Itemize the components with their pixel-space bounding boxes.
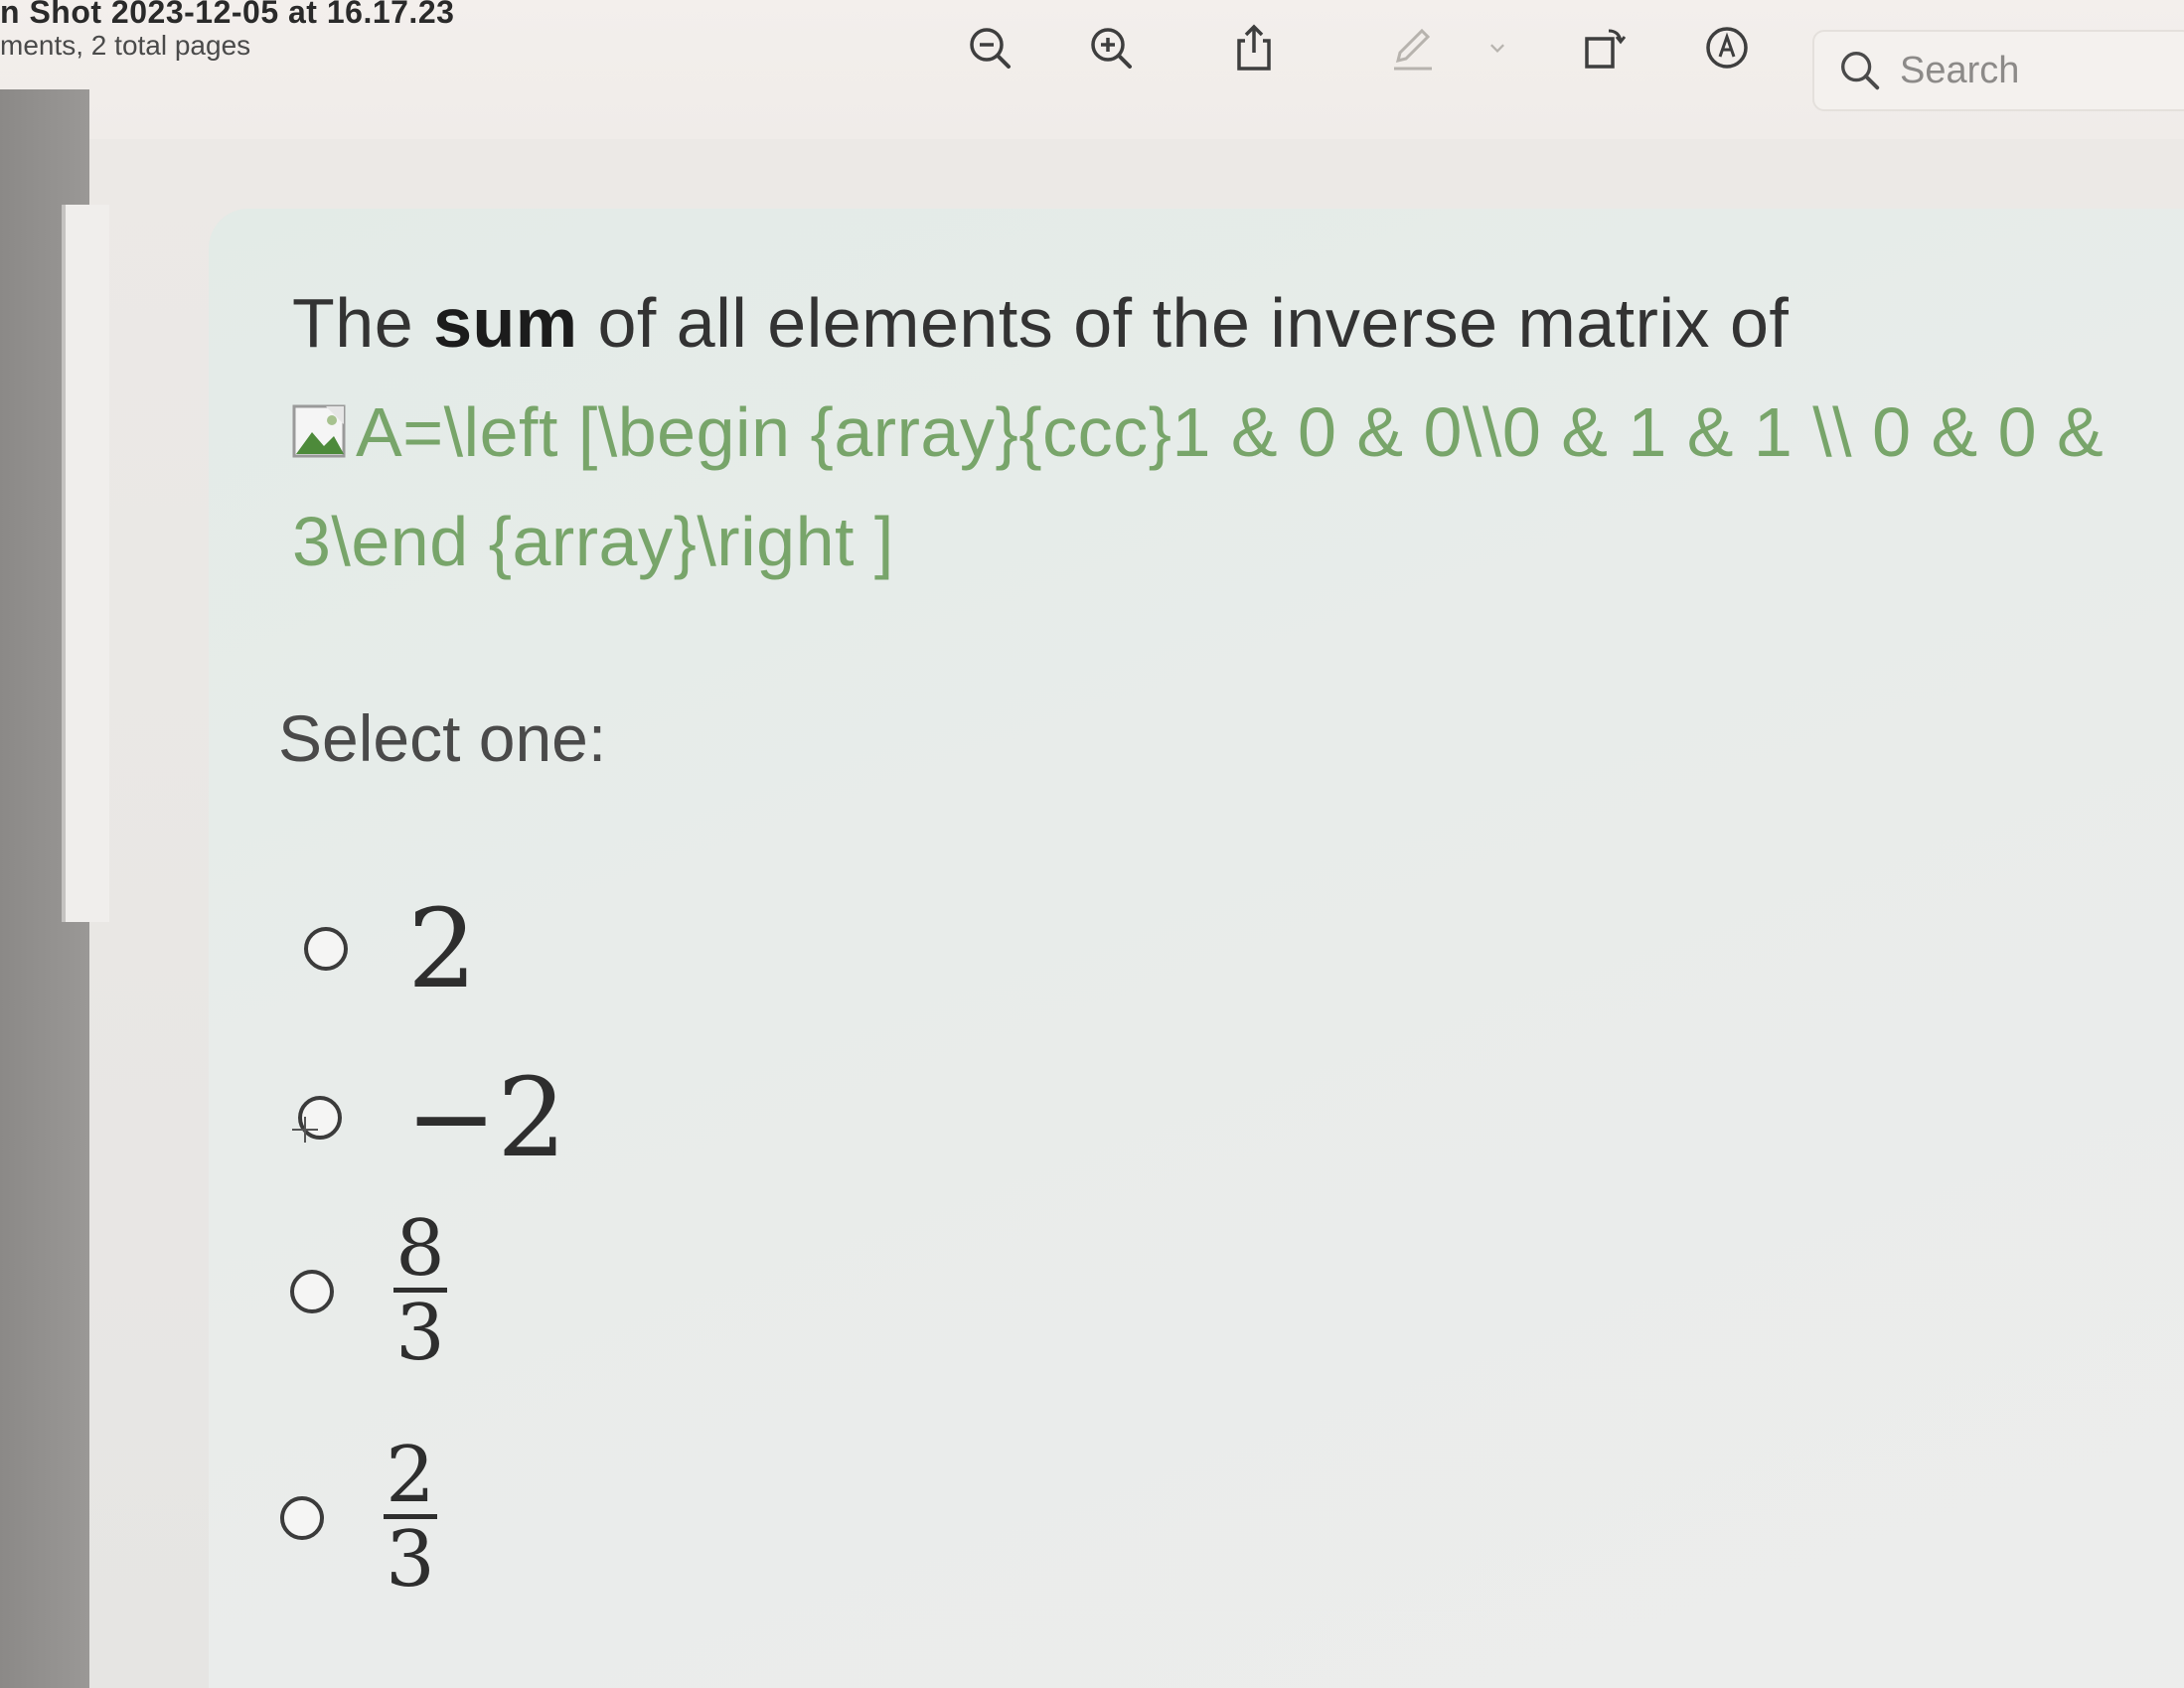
fraction-denominator: 3 bbox=[395, 1289, 445, 1379]
latex-text-1: A=\left [\begin {array}{ccc}1 & 0 & 0\\0… bbox=[356, 393, 2105, 471]
window-subtitle: ments, 2 total pages bbox=[0, 30, 251, 61]
fraction-denominator: 3 bbox=[386, 1515, 435, 1606]
question-prefix: The bbox=[292, 284, 434, 362]
markup-pen-icon[interactable] bbox=[1385, 18, 1441, 77]
zoom-in-icon[interactable] bbox=[1083, 18, 1139, 77]
search-placeholder: Search bbox=[1900, 49, 2020, 91]
zoom-out-icon[interactable] bbox=[962, 18, 1017, 77]
radio-button[interactable] bbox=[304, 927, 348, 971]
page: n Shot 2023-12-05 at 16.17.23 ments, 2 t… bbox=[0, 0, 2184, 1688]
search-input[interactable]: Search bbox=[1812, 30, 2184, 111]
question-suffix: of all elements of the inverse matrix of bbox=[577, 284, 1790, 362]
crosshair-cursor-icon bbox=[292, 1117, 318, 1143]
fraction-numerator: 8 bbox=[395, 1204, 445, 1294]
broken-image-icon bbox=[292, 404, 346, 458]
question-line: The sum of all elements of the inverse m… bbox=[292, 268, 2184, 378]
option-value: −2 bbox=[405, 1054, 567, 1181]
option-2[interactable]: −2 bbox=[298, 1063, 566, 1172]
page-thumbnail[interactable] bbox=[62, 205, 109, 922]
latex-line-2: 3\end {array}\right ] bbox=[292, 503, 894, 580]
fraction-numerator: 2 bbox=[386, 1431, 435, 1520]
option-3[interactable]: 8 3 bbox=[290, 1204, 447, 1379]
option-fraction: 2 3 bbox=[384, 1431, 437, 1606]
question-text: The sum of all elements of the inverse m… bbox=[292, 268, 2184, 596]
radio-button[interactable] bbox=[280, 1495, 324, 1540]
option-fraction: 8 3 bbox=[393, 1204, 447, 1379]
share-icon[interactable] bbox=[1226, 18, 1282, 77]
rotate-icon[interactable] bbox=[1576, 18, 1632, 77]
window-title: n Shot 2023-12-05 at 16.17.23 bbox=[0, 0, 455, 30]
radio-button[interactable] bbox=[290, 1269, 334, 1313]
option-value: 2 bbox=[407, 885, 477, 1012]
option-4[interactable]: 2 3 bbox=[280, 1431, 437, 1606]
search-icon bbox=[1841, 52, 1880, 90]
select-one-label: Select one: bbox=[278, 701, 607, 775]
question-bold-word: sum bbox=[433, 284, 578, 362]
option-1[interactable]: 2 bbox=[304, 894, 477, 1003]
markup-circle-icon[interactable] bbox=[1699, 18, 1755, 77]
latex-line-1: A=\left [\begin {array}{ccc}1 & 0 & 0\\0… bbox=[292, 378, 2184, 487]
toolbar: n Shot 2023-12-05 at 16.17.23 ments, 2 t… bbox=[0, 0, 2184, 139]
chevron-down-icon[interactable] bbox=[1481, 18, 1514, 77]
